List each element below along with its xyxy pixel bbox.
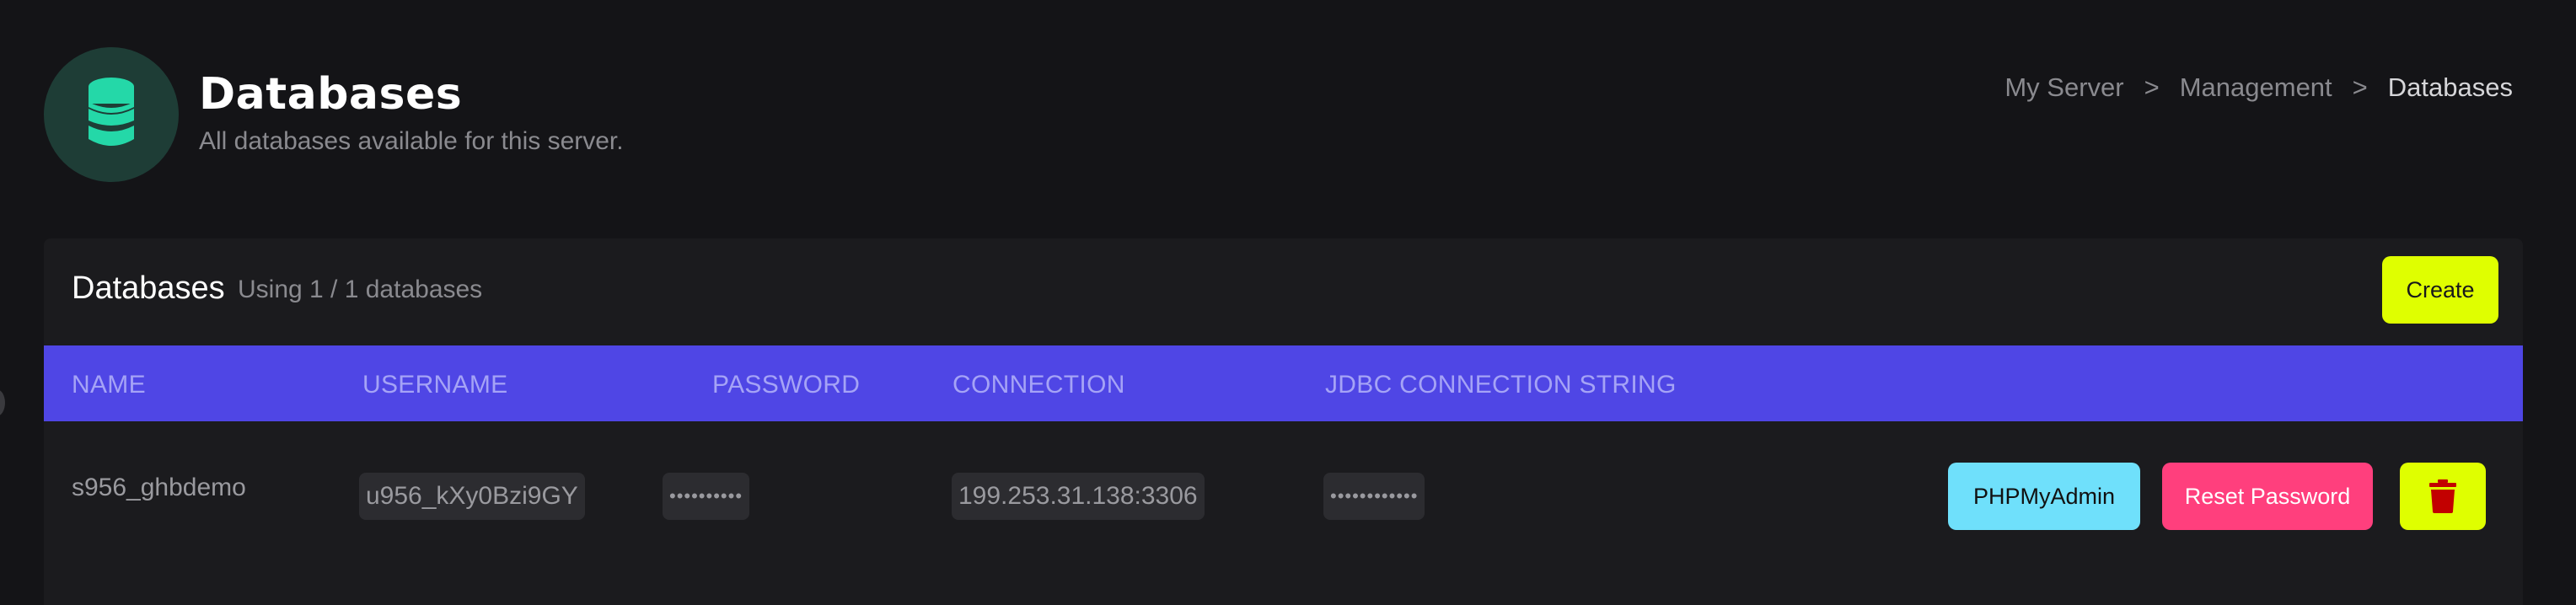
table-row: s956_ghbdemo u956_kXy0Bzi9GY •••••••••• … xyxy=(44,421,2523,548)
databases-card: Databases Using 1 / 1 databases Create N… xyxy=(44,238,2523,605)
column-jdbc: JDBC CONNECTION STRING xyxy=(1325,371,1677,399)
table-header: NAME USERNAME PASSWORD CONNECTION JDBC C… xyxy=(44,345,2523,421)
breadcrumb: My Server > Management > Databases xyxy=(2004,72,2513,103)
password-value[interactable]: •••••••••• xyxy=(663,473,750,520)
breadcrumb-separator: > xyxy=(2144,72,2160,102)
page-subtitle: All databases available for this server. xyxy=(199,127,624,155)
database-usage: Using 1 / 1 databases xyxy=(238,276,483,303)
create-button[interactable]: Create xyxy=(2382,256,2498,324)
jdbc-value[interactable]: •••••••••••• xyxy=(1323,473,1425,520)
phpmyadmin-button[interactable]: PHPMyAdmin xyxy=(1948,463,2140,530)
column-connection: CONNECTION xyxy=(953,371,1125,399)
page-header: Databases All databases available for th… xyxy=(44,47,2576,182)
column-name: NAME xyxy=(72,371,146,399)
reset-password-button[interactable]: Reset Password xyxy=(2162,463,2373,530)
delete-button[interactable] xyxy=(2400,463,2486,530)
database-name: s956_ghbdemo xyxy=(72,474,246,501)
breadcrumb-databases: Databases xyxy=(2387,72,2513,102)
trash-icon xyxy=(2429,479,2456,513)
scroll-handle[interactable] xyxy=(0,389,5,416)
breadcrumb-my-server[interactable]: My Server xyxy=(2004,72,2123,103)
column-username: USERNAME xyxy=(362,371,508,399)
breadcrumb-separator: > xyxy=(2352,72,2368,102)
page-title: Databases xyxy=(199,69,463,120)
username-value[interactable]: u956_kXy0Bzi9GY xyxy=(359,473,585,520)
connection-value[interactable]: 199.253.31.138:3306 xyxy=(952,473,1205,520)
database-icon xyxy=(44,47,179,182)
column-password: PASSWORD xyxy=(712,371,861,399)
card-title: Databases xyxy=(72,270,225,306)
breadcrumb-management[interactable]: Management xyxy=(2180,72,2332,103)
